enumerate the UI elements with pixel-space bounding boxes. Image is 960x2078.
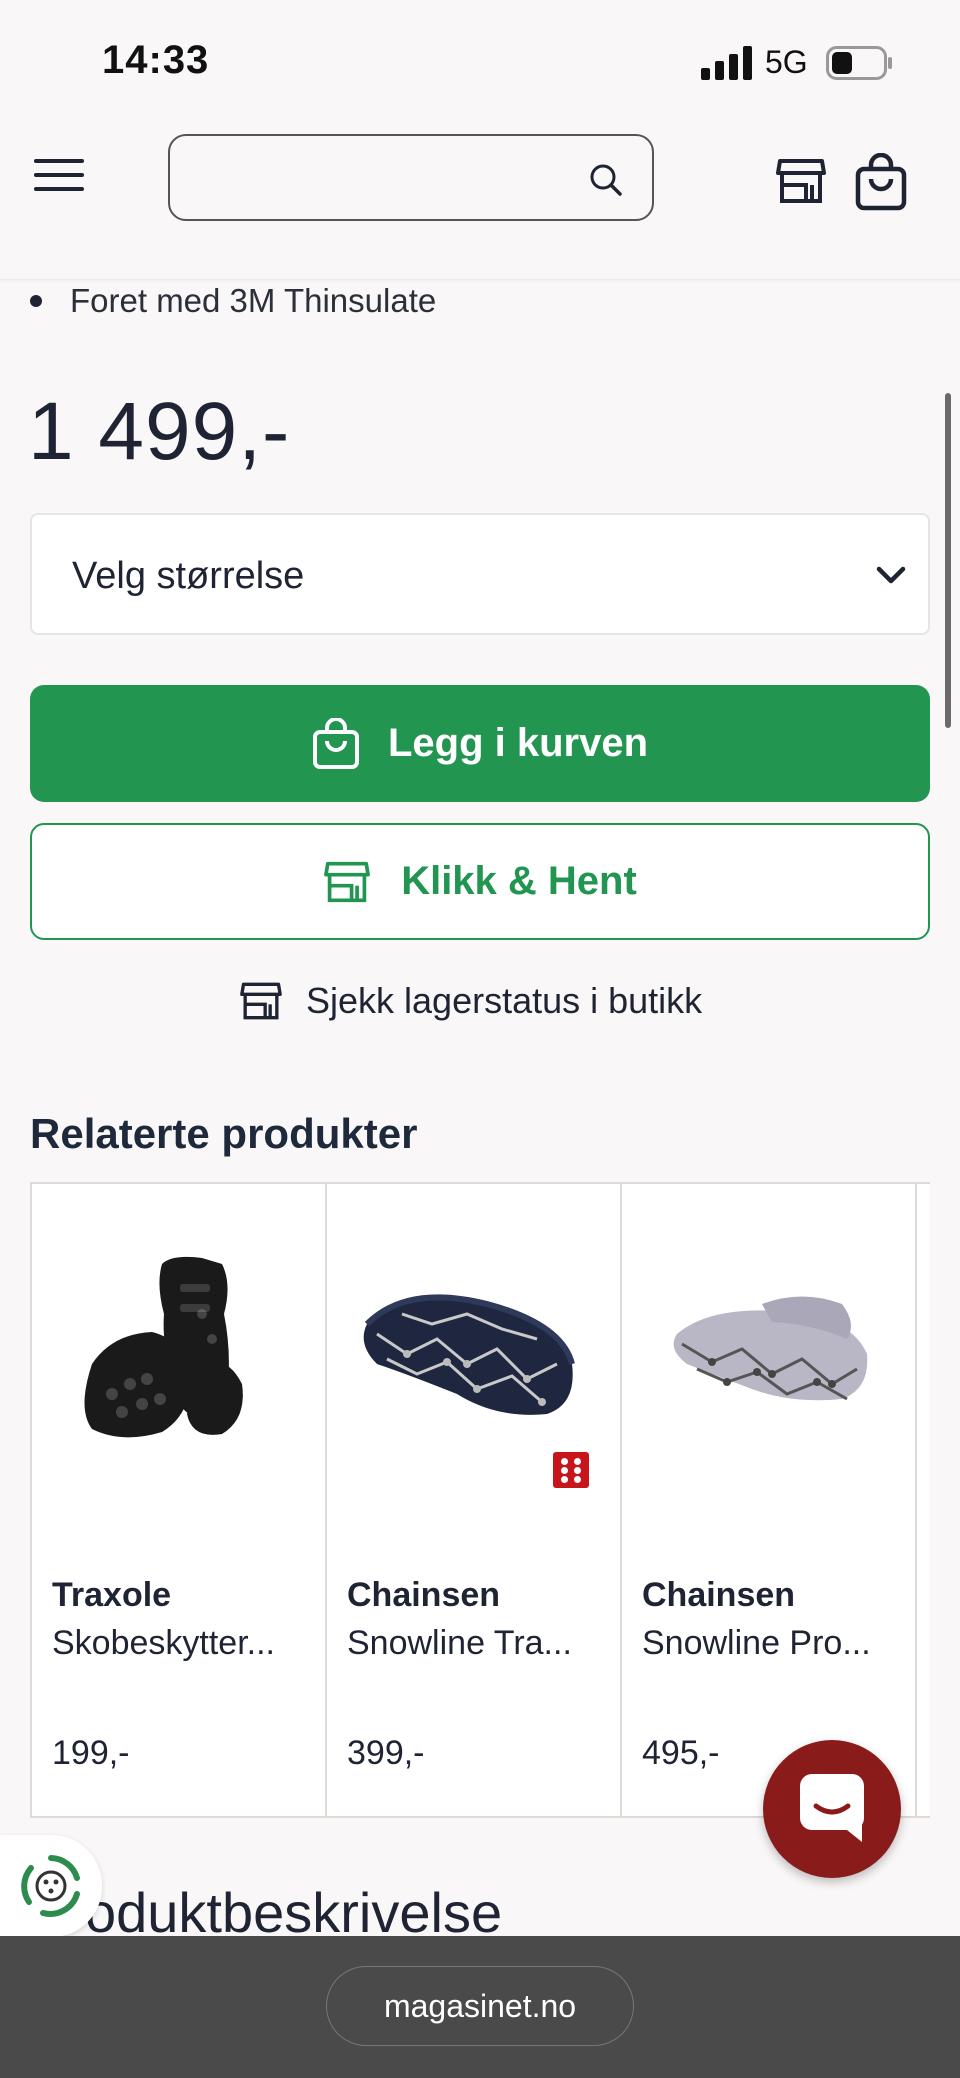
signal-icon: [701, 46, 752, 80]
product-name: Snowline Tra...: [347, 1624, 572, 1662]
product-image: [84, 1256, 243, 1438]
add-to-cart-button[interactable]: Legg i kurven: [30, 685, 930, 802]
feature-text: Foret med 3M Thinsulate: [70, 282, 437, 319]
size-select[interactable]: Velg størrelse: [30, 513, 930, 635]
eco-badge[interactable]: [0, 1835, 102, 1937]
browser-bottom-bar: magasinet.no: [0, 1936, 960, 2078]
product-price: 495,-: [642, 1734, 720, 1772]
click-and-collect-label: Klikk & Hent: [401, 859, 637, 903]
search-input[interactable]: [188, 154, 578, 202]
related-products-title: Relaterte produkter: [30, 1110, 418, 1157]
search-box[interactable]: [168, 134, 654, 221]
chat-icon: [800, 1774, 864, 1842]
stock-status-link[interactable]: Sjekk lagerstatus i butikk: [240, 980, 702, 1022]
click-and-collect-button[interactable]: Klikk & Hent: [30, 823, 930, 940]
network-label: 5G: [765, 44, 808, 80]
product-price: 199,-: [52, 1734, 130, 1772]
status-bar: 14:33 5G: [0, 0, 960, 125]
product-brand: Chainsen: [347, 1576, 501, 1614]
product-name: Snowline Pro...: [642, 1624, 871, 1662]
battery-icon: [826, 46, 892, 80]
product-price: 1 499,-: [28, 386, 291, 477]
badge-icon: [553, 1452, 589, 1488]
store-icon[interactable]: [776, 157, 826, 205]
chat-button[interactable]: [763, 1740, 901, 1878]
chevron-down-icon: [876, 566, 906, 584]
product-card[interactable]: Chainsen Snowline Tra... 399,-: [325, 1184, 620, 1816]
product-brand: Chainsen: [642, 1576, 796, 1614]
menu-icon[interactable]: [34, 155, 84, 195]
product-card[interactable]: Traxole Skobeskytter... 199,-: [30, 1184, 325, 1816]
add-to-cart-label: Legg i kurven: [387, 721, 649, 765]
product-image: [363, 1294, 575, 1415]
cart-icon[interactable]: [855, 153, 907, 211]
store-icon: [324, 861, 371, 902]
stock-status-label: Sjekk lagerstatus i butikk: [306, 980, 703, 1021]
product-name: Skobeskytter...: [52, 1624, 275, 1662]
product-image: [673, 1296, 868, 1401]
related-products-carousel[interactable]: Traxole Skobeskytter... 199,- Chainsen S…: [30, 1182, 930, 1818]
product-card[interactable]: Chainsen Snowline Pro... 495,-: [620, 1184, 915, 1816]
product-brand: Traxole: [52, 1576, 172, 1614]
product-price: 399,-: [347, 1734, 425, 1772]
bullet-dot: [30, 295, 42, 307]
feature-bullet: Foret med 3M Thinsulate: [30, 282, 436, 320]
product-card[interactable]: [915, 1184, 930, 1816]
url-bar[interactable]: magasinet.no: [326, 1966, 634, 2046]
scrollbar[interactable]: [945, 393, 951, 728]
size-select-label: Velg størrelse: [72, 555, 305, 597]
site-header: [0, 125, 960, 280]
eco-icon: [21, 1855, 80, 1917]
search-icon[interactable]: [588, 162, 624, 198]
status-time: 14:33: [102, 38, 210, 82]
bag-icon: [312, 717, 359, 769]
store-icon: [240, 982, 282, 1020]
